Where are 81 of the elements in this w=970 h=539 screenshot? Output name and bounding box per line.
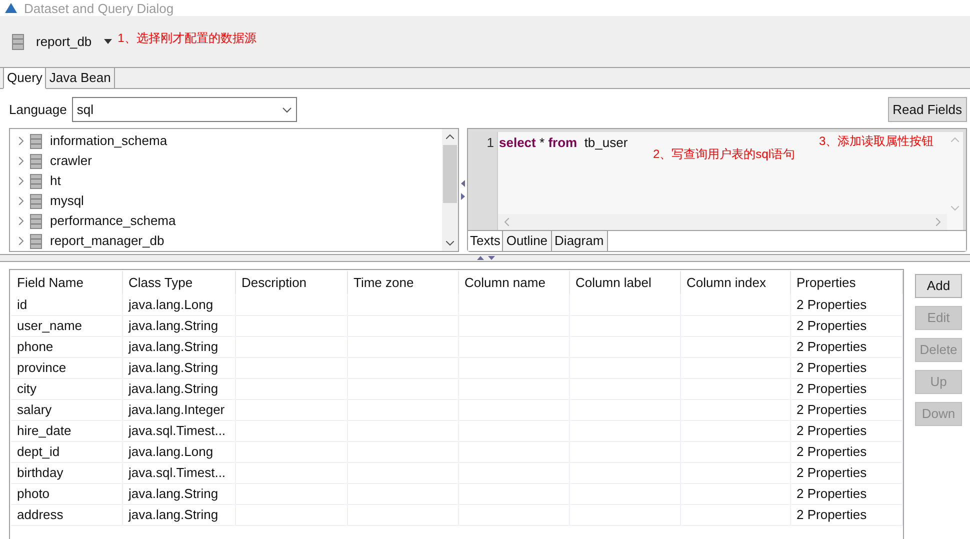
column-header[interactable]: Class Type: [122, 271, 235, 294]
read-fields-button[interactable]: Read Fields: [888, 97, 967, 122]
action-button[interactable]: Add: [915, 274, 962, 298]
tab[interactable]: Diagram: [552, 231, 608, 251]
table-cell: java.lang.Integer: [122, 399, 235, 420]
database-icon: [30, 134, 42, 148]
table-cell: java.lang.String: [122, 483, 235, 504]
database-icon: [30, 174, 42, 188]
table-cell: salary: [11, 399, 122, 420]
column-header[interactable]: Column name: [458, 271, 569, 294]
table-cell: java.lang.String: [122, 315, 235, 336]
scrollbar[interactable]: [442, 129, 458, 251]
tree-item[interactable]: mysql: [50, 191, 84, 211]
table-cell: 2 Properties: [790, 441, 902, 462]
annotation-text: 2、写查询用户表的sql语句: [653, 146, 796, 163]
table-cell: 2 Properties: [790, 336, 902, 357]
table-cell: address: [11, 504, 122, 525]
table-cell: java.lang.String: [122, 357, 235, 378]
table-cell: 2 Properties: [790, 399, 902, 420]
tab[interactable]: Texts: [468, 231, 504, 251]
horizontal-scrollbar[interactable]: [498, 214, 947, 230]
scroll-left-icon[interactable]: [504, 218, 509, 226]
tree-item[interactable]: report_manager_db: [50, 231, 164, 251]
tree-item[interactable]: ht: [50, 171, 61, 191]
table-cell: hire_date: [11, 420, 122, 441]
database-icon: [12, 34, 24, 50]
table-cell: java.sql.Timest...: [122, 462, 235, 483]
scroll-thumb[interactable]: [443, 145, 457, 203]
table-cell: 2 Properties: [790, 420, 902, 441]
scroll-up-icon[interactable]: [446, 134, 454, 139]
table-cell: 2 Properties: [790, 357, 902, 378]
column-header[interactable]: Description: [235, 271, 347, 294]
code-line[interactable]: select * from tb_user: [499, 133, 628, 152]
table-cell: user_name: [11, 315, 122, 336]
scroll-right-icon[interactable]: [936, 218, 941, 226]
table-cell: java.lang.String: [122, 504, 235, 525]
tab[interactable]: Outline: [503, 231, 552, 251]
column-header[interactable]: Properties: [790, 271, 902, 294]
table-cell: java.lang.Long: [122, 294, 235, 315]
data-source-value[interactable]: report_db: [36, 32, 92, 52]
column-header[interactable]: Field Name: [11, 271, 122, 294]
table-cell: id: [11, 294, 122, 315]
annotation-text: 3、添加读取属性按钮: [819, 133, 934, 150]
tree-item[interactable]: performance_schema: [50, 211, 176, 231]
table-cell: java.sql.Timest...: [122, 420, 235, 441]
table-cell: java.lang.Long: [122, 441, 235, 462]
table-cell: 2 Properties: [790, 483, 902, 504]
annotation-text: 1、选择刚才配置的数据源: [118, 30, 256, 46]
scroll-down-icon[interactable]: [446, 241, 454, 246]
window-title: Dataset and Query Dialog: [24, 2, 174, 14]
table-cell: 2 Properties: [790, 315, 902, 336]
table-cell: 2 Properties: [790, 504, 902, 525]
tree-item[interactable]: crawler: [50, 151, 92, 171]
table-cell: birthday: [11, 462, 122, 483]
table-cell: province: [11, 357, 122, 378]
column-header[interactable]: Column label: [569, 271, 680, 294]
table-cell: city: [11, 378, 122, 399]
line-number: 1: [486, 134, 494, 152]
language-dropdown[interactable]: sql: [72, 97, 297, 122]
tree-item[interactable]: information_schema: [50, 131, 168, 151]
table-cell: 2 Properties: [790, 462, 902, 483]
database-icon: [30, 234, 42, 248]
database-icon: [30, 194, 42, 208]
table-cell: photo: [11, 483, 122, 504]
language-label: Language: [9, 100, 67, 119]
column-header[interactable]: Column index: [680, 271, 790, 294]
dropdown-arrow-icon[interactable]: [104, 39, 112, 44]
table-cell: java.lang.String: [122, 336, 235, 357]
database-icon: [30, 214, 42, 228]
column-header[interactable]: Time zone: [347, 271, 458, 294]
collapse-left-icon[interactable]: [461, 180, 465, 187]
table-cell: dept_id: [11, 441, 122, 462]
table-cell: java.lang.String: [122, 378, 235, 399]
table-cell: phone: [11, 336, 122, 357]
database-icon: [30, 154, 42, 168]
chevron-down-icon: [282, 106, 292, 112]
collapse-right-icon[interactable]: [461, 193, 465, 200]
table-cell: 2 Properties: [790, 294, 902, 315]
app-icon: [4, 2, 18, 14]
tab[interactable]: Query: [3, 67, 46, 89]
table-cell: 2 Properties: [790, 378, 902, 399]
